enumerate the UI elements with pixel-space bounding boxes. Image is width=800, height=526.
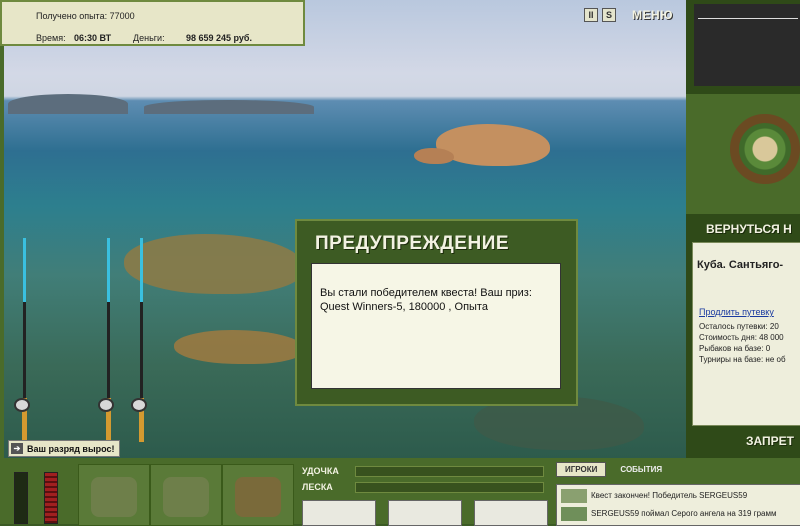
fishing-reel[interactable]: [131, 398, 147, 412]
distant-mountains: [8, 94, 128, 114]
tournaments-info: Турниры на базе: не об: [699, 355, 786, 364]
line-bar: [355, 482, 544, 493]
rock: [414, 148, 454, 164]
rank-text: Ваш разряд вырос!: [27, 443, 115, 454]
fishing-rod[interactable]: [107, 238, 110, 398]
dialog-message: Вы стали победителем квеста! Ваш приз: Q…: [311, 263, 561, 389]
arrow-right-icon: ➔: [11, 443, 23, 454]
pause-icon[interactable]: II: [584, 8, 598, 22]
time-value: 06:30 ВТ: [74, 33, 112, 43]
bait-slot[interactable]: [222, 464, 294, 526]
extend-trip-link[interactable]: Продлить путевку: [699, 307, 774, 317]
line-label: ЛЕСКА: [302, 482, 333, 492]
reel-tackle-slot[interactable]: [388, 500, 462, 526]
bag-icon: [163, 477, 209, 517]
chat-message: SERGEUS59 поймал Серого ангела на 319 гр…: [591, 509, 777, 518]
events-feed: Квест закончен! Победитель SERGEUS59 SER…: [556, 484, 800, 526]
player-stats-panel: Получено опыта: 77000 Время: 06:30 ВТ Де…: [0, 0, 305, 46]
experience-text: Получено опыта: 77000: [36, 11, 135, 21]
rank-notification[interactable]: ➔ Ваш разряд вырос!: [8, 440, 120, 457]
sound-icon[interactable]: S: [602, 8, 616, 22]
fish-icon: [561, 489, 587, 503]
fishing-rod[interactable]: [140, 238, 143, 398]
time-label: Время:: [36, 33, 66, 43]
backpack-slot[interactable]: [78, 464, 150, 526]
bag-slot[interactable]: [150, 464, 222, 526]
distant-mountains: [144, 100, 314, 114]
ban-button[interactable]: ЗАПРЕТ: [746, 434, 794, 448]
menu-button[interactable]: МЕНЮ: [632, 8, 673, 22]
line-tackle-slot[interactable]: [474, 500, 548, 526]
warning-dialog: ПРЕДУПРЕЖДЕНИЕ Вы стали победителем квес…: [295, 219, 578, 406]
top-controls: II S МЕНЮ: [584, 6, 673, 24]
tab-events[interactable]: СОБЫТИЯ: [612, 463, 670, 476]
strength-gauge: [44, 472, 58, 524]
trip-remaining: Осталось путевки: 20: [699, 322, 779, 331]
fishing-rod[interactable]: [23, 238, 26, 398]
chat-tabs: ИГРОКИ СОБЫТИЯ: [556, 462, 670, 477]
location-info: Куба. Сантьяго- Продлить путевку Осталос…: [692, 242, 800, 426]
fish-icon: [561, 507, 587, 521]
dialog-title: ПРЕДУПРЕЖДЕНИЕ: [315, 233, 510, 254]
ship-wheel-icon[interactable]: [730, 114, 800, 184]
money-label: Деньги:: [133, 33, 165, 43]
rod-bar: [355, 466, 544, 477]
fishing-reel[interactable]: [98, 398, 114, 412]
graph-line: [698, 18, 798, 19]
rock: [124, 234, 304, 294]
chat-message: Квест закончен! Победитель SERGEUS59: [591, 491, 748, 500]
rock: [174, 330, 304, 364]
fishing-reel[interactable]: [14, 398, 30, 412]
tab-players[interactable]: ИГРОКИ: [556, 462, 607, 477]
rod-label: УДОЧКА: [302, 466, 339, 476]
bite-graph: [694, 4, 800, 86]
tension-gauge: [14, 472, 28, 524]
money-value: 98 659 245 руб.: [186, 33, 252, 43]
rod-tackle-slot[interactable]: [302, 500, 376, 526]
return-button[interactable]: ВЕРНУТЬСЯ Н: [706, 222, 792, 236]
day-cost: Стоимость дня: 48 000: [699, 333, 784, 342]
fishers-count: Рыбаков на базе: 0: [699, 344, 771, 353]
right-panel: ВЕРНУТЬСЯ Н Куба. Сантьяго- Продлить пут…: [686, 0, 800, 458]
ship-wheel-area: [686, 94, 800, 214]
backpack-icon: [91, 477, 137, 517]
bait-icon: [235, 477, 281, 517]
location-name: Куба. Сантьяго-: [697, 259, 784, 271]
